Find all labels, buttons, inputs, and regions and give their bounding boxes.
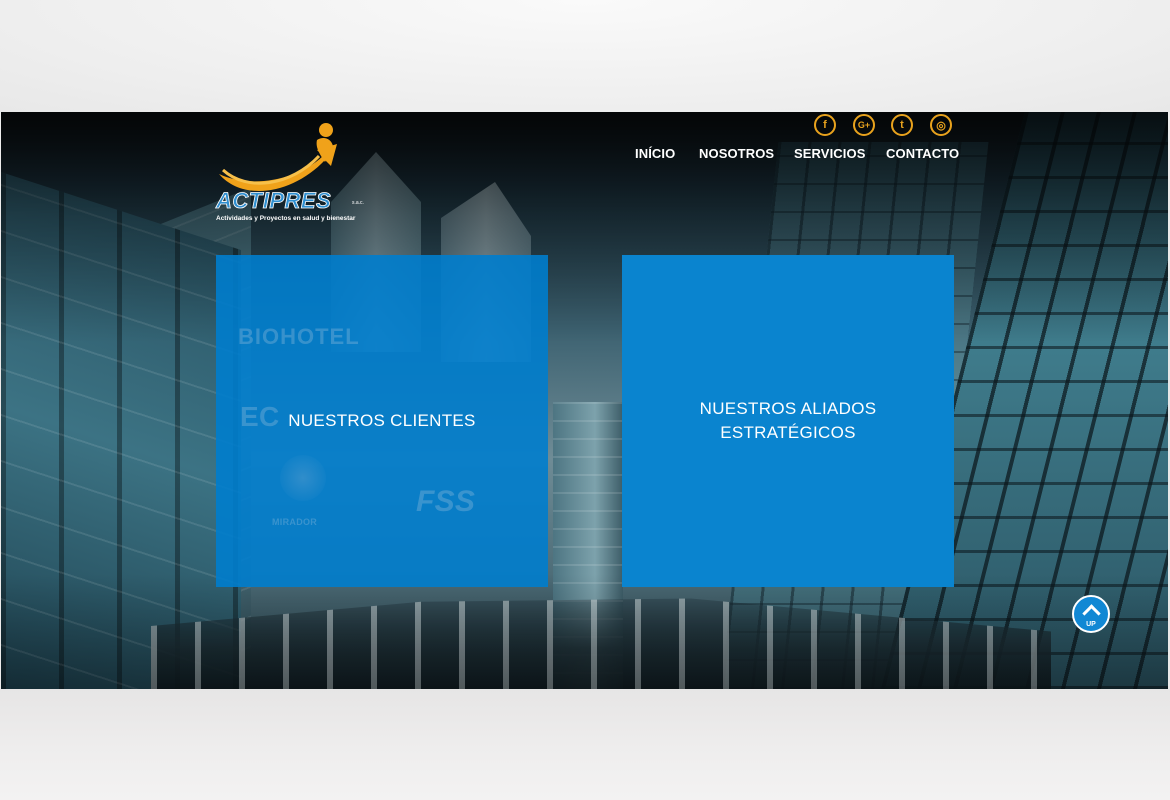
google-plus-icon[interactable]: G+ [853,114,875,136]
twitter-icon[interactable]: t [891,114,913,136]
client-logo-mirador: MIRADOR [272,517,318,527]
allies-title-line2: ESTRATÉGICOS [720,423,856,442]
client-logo-ec: EC [240,401,280,432]
clients-card-title: NUESTROS CLIENTES [288,411,476,430]
page-top-margin [0,0,1170,112]
client-logo-biohotel: BIOHOTEL [238,324,360,349]
page-bottom-margin [0,689,1170,800]
logo-tagline: Actividades y Proyectos en salud y biene… [216,215,356,222]
logo-wordmark: ACTIPRES [216,188,332,214]
instagram-icon[interactable]: ◎ [930,114,952,136]
nav-item-servicios[interactable]: SERVICIOS [794,146,865,161]
client-logo-emblem [280,455,326,501]
nav-item-nosotros[interactable]: NOSOTROS [699,146,774,161]
allies-card[interactable]: NUESTROS ALIADOS ESTRATÉGICOS [622,255,954,587]
clients-card[interactable]: BIOHOTEL EC MIRADOR FSS NUESTROS CLIENTE… [216,255,548,587]
chevron-up-icon [1081,603,1101,623]
hero-overlay [1,112,1168,689]
allies-title-line1: NUESTROS ALIADOS [699,399,877,418]
client-logo-fss: FSS [416,485,476,518]
hero-banner [1,112,1168,689]
nav-item-contacto[interactable]: CONTACTO [886,146,959,161]
allies-card-title: NUESTROS ALIADOS ESTRATÉGICOS [700,397,877,445]
facebook-icon[interactable]: f [814,114,836,136]
logo-suffix: s.a.c. [352,200,364,206]
nav-item-inicio[interactable]: INÍCIO [635,146,675,161]
back-to-top-button[interactable]: UP [1072,595,1110,633]
